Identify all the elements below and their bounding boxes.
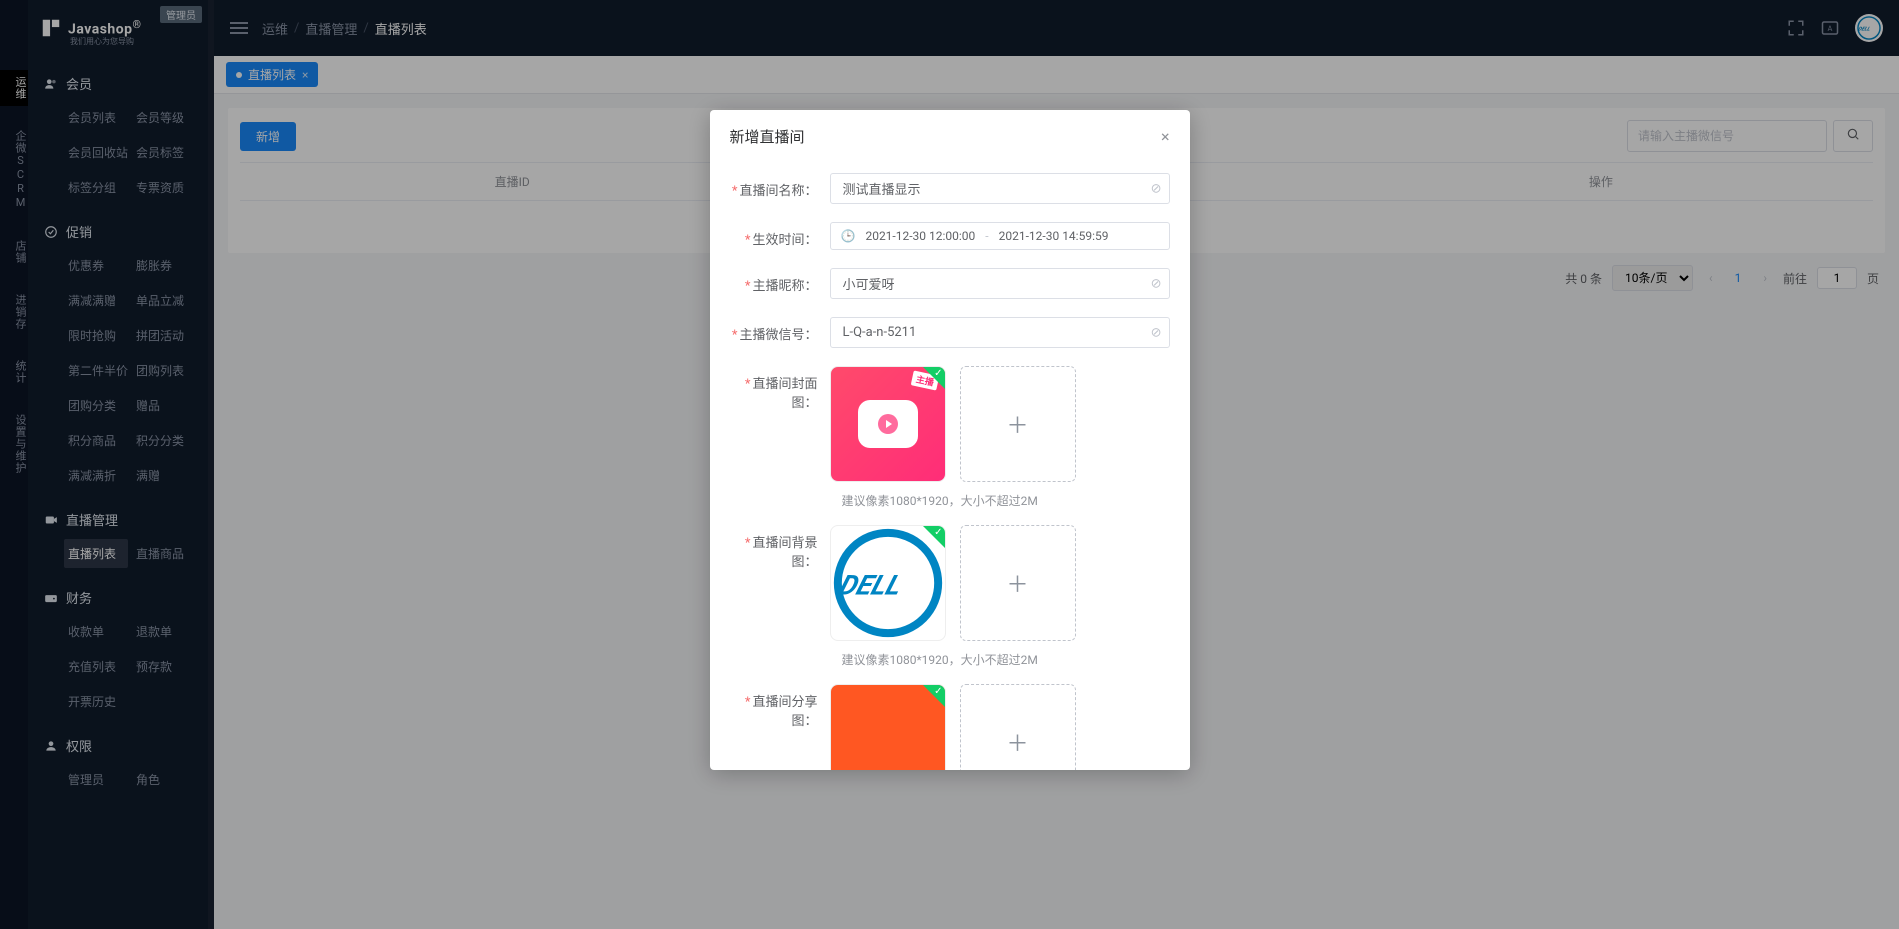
check-icon: [923, 685, 945, 707]
clear-icon[interactable]: ⊘: [1151, 276, 1162, 291]
svg-text:DELL: DELL: [835, 569, 906, 601]
clear-icon[interactable]: ⊘: [1151, 325, 1162, 340]
share-upload-button[interactable]: ＋: [960, 684, 1076, 770]
cover-hint: 建议像素1080*1920，大小不超过2M: [842, 492, 1170, 509]
bg-thumbnail[interactable]: DELL: [830, 525, 946, 641]
dialog-header: 新增直播间 ×: [710, 110, 1190, 163]
clear-icon[interactable]: ⊘: [1151, 181, 1162, 196]
end-date: 2021-12-30 14:59:59: [999, 229, 1109, 243]
start-date: 2021-12-30 12:00:00: [865, 229, 975, 243]
cover-upload-button[interactable]: ＋: [960, 366, 1076, 482]
bg-label: *直播间背景图：: [730, 525, 830, 641]
wechat-input[interactable]: [830, 317, 1170, 348]
name-label: *直播间名称：: [730, 173, 830, 204]
play-icon: [876, 412, 900, 436]
name-input[interactable]: [830, 173, 1170, 204]
wechat-label: *主播微信号：: [730, 317, 830, 348]
dialog-title: 新增直播间: [730, 126, 805, 147]
dialog-body: *直播间名称： ⊘ *生效时间： 🕒 2021-12-30 12:00:00 -…: [710, 163, 1190, 770]
cover-label: *直播间封面图：: [730, 366, 830, 482]
cover-thumbnail[interactable]: 主播: [830, 366, 946, 482]
range-separator: -: [985, 229, 988, 243]
check-icon: [923, 367, 945, 389]
nickname-label: *主播昵称：: [730, 268, 830, 299]
nickname-input[interactable]: [830, 268, 1170, 299]
check-icon: [923, 526, 945, 548]
dialog-close-icon[interactable]: ×: [1161, 127, 1170, 146]
dialog-overlay[interactable]: 新增直播间 × *直播间名称： ⊘ *生效时间： 🕒 2021-12-30 12…: [0, 0, 1899, 929]
clock-icon: 🕒: [841, 229, 856, 243]
bg-upload-button[interactable]: ＋: [960, 525, 1076, 641]
share-label: *直播间分享图：: [730, 684, 830, 770]
dialog: 新增直播间 × *直播间名称： ⊘ *生效时间： 🕒 2021-12-30 12…: [710, 110, 1190, 770]
date-range-input[interactable]: 🕒 2021-12-30 12:00:00 - 2021-12-30 14:59…: [830, 222, 1170, 250]
bg-hint: 建议像素1080*1920，大小不超过2M: [842, 651, 1170, 668]
share-thumbnail[interactable]: [830, 684, 946, 770]
time-label: *生效时间：: [730, 222, 830, 250]
